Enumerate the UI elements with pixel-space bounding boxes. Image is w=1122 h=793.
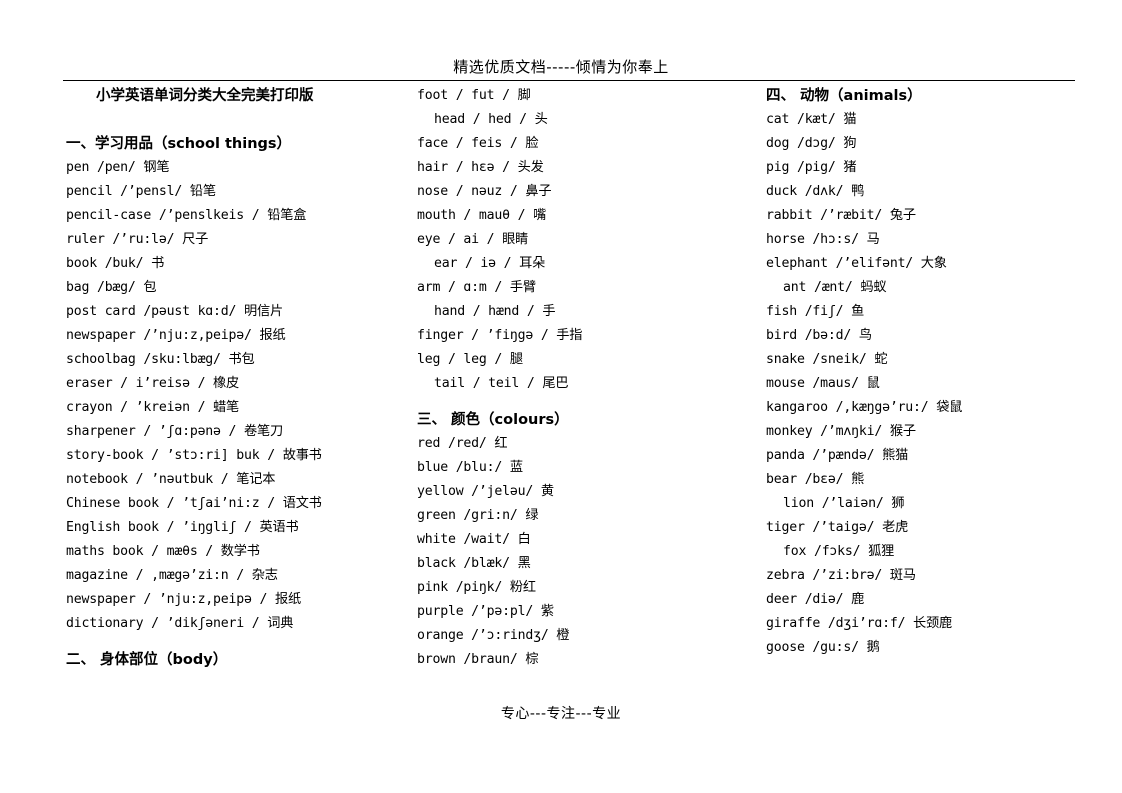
vocabulary-entry: lion /’laiən/ 狮 (783, 496, 905, 511)
vocabulary-entry: blue /blu:/ 蓝 (417, 460, 523, 475)
column-two: foot / fut / 脚 head / hed / 头 face / feis … (417, 84, 752, 672)
vocabulary-entry: hair / hɛə / 头发 (417, 160, 544, 175)
vocabulary-entry: story-book / ’stɔ:ri] buk / 故事书 (66, 448, 322, 463)
vocabulary-entry: black /blæk/ 黑 (417, 556, 531, 571)
vocabulary-entry: newspaper /’nju:z,peipə/ 报纸 (66, 328, 286, 343)
vocabulary-entry: white /wait/ 白 (417, 532, 531, 547)
vocabulary-entry: finger / ’fiŋgə / 手指 (417, 328, 583, 343)
vocabulary-entry: green /gri:n/ 绿 (417, 508, 539, 523)
vocabulary-entry: eye / ai / 眼睛 (417, 232, 529, 247)
vocabulary-entry: monkey /’mʌŋki/ 猴子 (766, 424, 916, 439)
vocabulary-entry: elephant /’elifənt/ 大象 (766, 256, 947, 271)
vocabulary-entry: rabbit /’ræbit/ 兔子 (766, 208, 916, 223)
vocabulary-entry: arm / ɑ:m / 手臂 (417, 280, 536, 295)
section-title: 动物（animals） (795, 88, 922, 104)
header-watermark: 精选优质文档-----倾情为你奉上 (453, 58, 669, 76)
vocabulary-entry: goose /gu:s/ 鹅 (766, 640, 880, 655)
vocabulary-entry: bird /bə:d/ 鸟 (766, 328, 872, 343)
vocabulary-entry: ruler /’ru:lə/ 尺子 (66, 232, 209, 247)
vocabulary-entry: kangaroo /,kæŋgə’ru:/ 袋鼠 (766, 400, 963, 415)
vocabulary-entry: hand / hænd / 手 (434, 304, 556, 319)
vocabulary-entry: brown /braun/ 棕 (417, 652, 539, 667)
header-rule (63, 80, 1075, 81)
vocabulary-entry: leg / leg / 腿 (417, 352, 523, 367)
vocabulary-entry: snake /sneik/ 蛇 (766, 352, 888, 367)
vocabulary-entry: ant /ænt/ 蚂蚁 (783, 280, 887, 295)
vocabulary-entry: mouse /maus/ 鼠 (766, 376, 880, 391)
vocabulary-entry: magazine / ,mægə’zi:n / 杂志 (66, 568, 278, 583)
vocabulary-entry: fish /fiʃ/ 鱼 (766, 304, 865, 319)
vocabulary-entry: eraser / i’reisə / 橡皮 (66, 376, 240, 391)
section-heading-body: 二、 身体部位（body） (66, 648, 406, 672)
section-heading-animals: 四、 动物（animals） (766, 84, 1106, 108)
vocabulary-entry: tiger /’taigə/ 老虎 (766, 520, 909, 535)
vocabulary-entry: book /buk/ 书 (66, 256, 165, 271)
vocabulary-entry: pen /pen/ 钢笔 (66, 160, 170, 175)
vocabulary-entry: ear / iə / 耳朵 (434, 256, 546, 271)
title-spacer (66, 108, 406, 132)
vocabulary-entry: sharpener / ’ʃɑ:pənə / 卷笔刀 (66, 424, 283, 439)
vocabulary-entry: crayon / ’kreiən / 蜡笔 (66, 400, 240, 415)
vocabulary-entry: tail / teil / 尾巴 (434, 376, 569, 391)
vocabulary-entry: deer /diə/ 鹿 (766, 592, 865, 607)
section-title: 身体部位（body） (95, 652, 228, 668)
vocabulary-entry: mouth / mauθ / 嘴 (417, 208, 547, 223)
vocabulary-entry: pig /pig/ 猪 (766, 160, 857, 175)
vocabulary-entry: post card /pəust kɑ:d/ 明信片 (66, 304, 283, 319)
vocabulary-entry: duck /dʌk/ 鸭 (766, 184, 865, 199)
section-title: 学习用品（school things） (95, 136, 292, 152)
page-title: 小学英语单词分类大全完美打印版 (96, 88, 314, 104)
vocabulary-entry: English book / ’iŋgliʃ / 英语书 (66, 520, 299, 535)
section-title: 颜色（colours） (446, 412, 569, 428)
section-heading-colours: 三、 颜色（colours） (417, 408, 752, 432)
section-heading-school-things: 一、学习用品（school things） (66, 132, 406, 156)
vocabulary-entry: orange /’ɔ:rindʒ/ 橙 (417, 628, 570, 643)
vocabulary-entry: fox /fɔks/ 狐狸 (783, 544, 895, 559)
section-number: 四、 (766, 88, 795, 104)
vocabulary-entry: schoolbag /sku:lbæg/ 书包 (66, 352, 255, 367)
vocabulary-entry: pencil /’pensl/ 铅笔 (66, 184, 216, 199)
vocabulary-entry: face / feis / 脸 (417, 136, 539, 151)
vocabulary-entry: cat /kæt/ 猫 (766, 112, 857, 127)
vocabulary-entry: red /red/ 红 (417, 436, 508, 451)
column-one: 小学英语单词分类大全完美打印版 一、学习用品（school things） pen… (66, 84, 406, 672)
vocabulary-entry: zebra /’zi:brə/ 斑马 (766, 568, 916, 583)
vocabulary-entry: dog /dɔg/ 狗 (766, 136, 857, 151)
section-number: 三、 (417, 412, 446, 428)
vocabulary-entry: Chinese book / ’tʃai’ni:z / 语文书 (66, 496, 322, 511)
vocabulary-entry: notebook / ’nəutbuk / 笔记本 (66, 472, 276, 487)
vocabulary-entry: yellow /’jeləu/ 黄 (417, 484, 554, 499)
vocabulary-entry: nose / nəuz / 鼻子 (417, 184, 552, 199)
vocabulary-entry: pencil-case /’penslkeis / 铅笔盒 (66, 208, 307, 223)
vocabulary-entry: giraffe /dʒi’rɑ:f/ 长颈鹿 (766, 616, 953, 631)
vocabulary-entry: bear /bɛə/ 熊 (766, 472, 865, 487)
vocabulary-entry: head / hed / 头 (434, 112, 548, 127)
vocabulary-entry: foot / fut / 脚 (417, 88, 531, 103)
footer-watermark: 专心---专注---专业 (500, 706, 622, 722)
section-number: 二、 (66, 652, 95, 668)
vocabulary-entry: horse /hɔ:s/ 马 (766, 232, 880, 247)
column-three: 四、 动物（animals） cat /kæt/ 猫 dog /dɔg/ 狗 pig … (766, 84, 1106, 660)
vocabulary-entry: dictionary / ’dikʃəneri / 词典 (66, 616, 294, 631)
section-number: 一、 (66, 136, 95, 152)
vocabulary-entry: panda /’pændə/ 熊猫 (766, 448, 909, 463)
vocabulary-entry: purple /’pə:pl/ 紫 (417, 604, 554, 619)
document-page: 精选优质文档-----倾情为你奉上 小学英语单词分类大全完美打印版 一、学习用品… (0, 0, 1122, 793)
vocabulary-entry: pink /piŋk/ 粉红 (417, 580, 536, 595)
vocabulary-entry: bag /bæg/ 包 (66, 280, 157, 295)
vocabulary-entry: newspaper / ’nju:z,peipə / 报纸 (66, 592, 301, 607)
vocabulary-entry: maths book / mæθs / 数学书 (66, 544, 260, 559)
